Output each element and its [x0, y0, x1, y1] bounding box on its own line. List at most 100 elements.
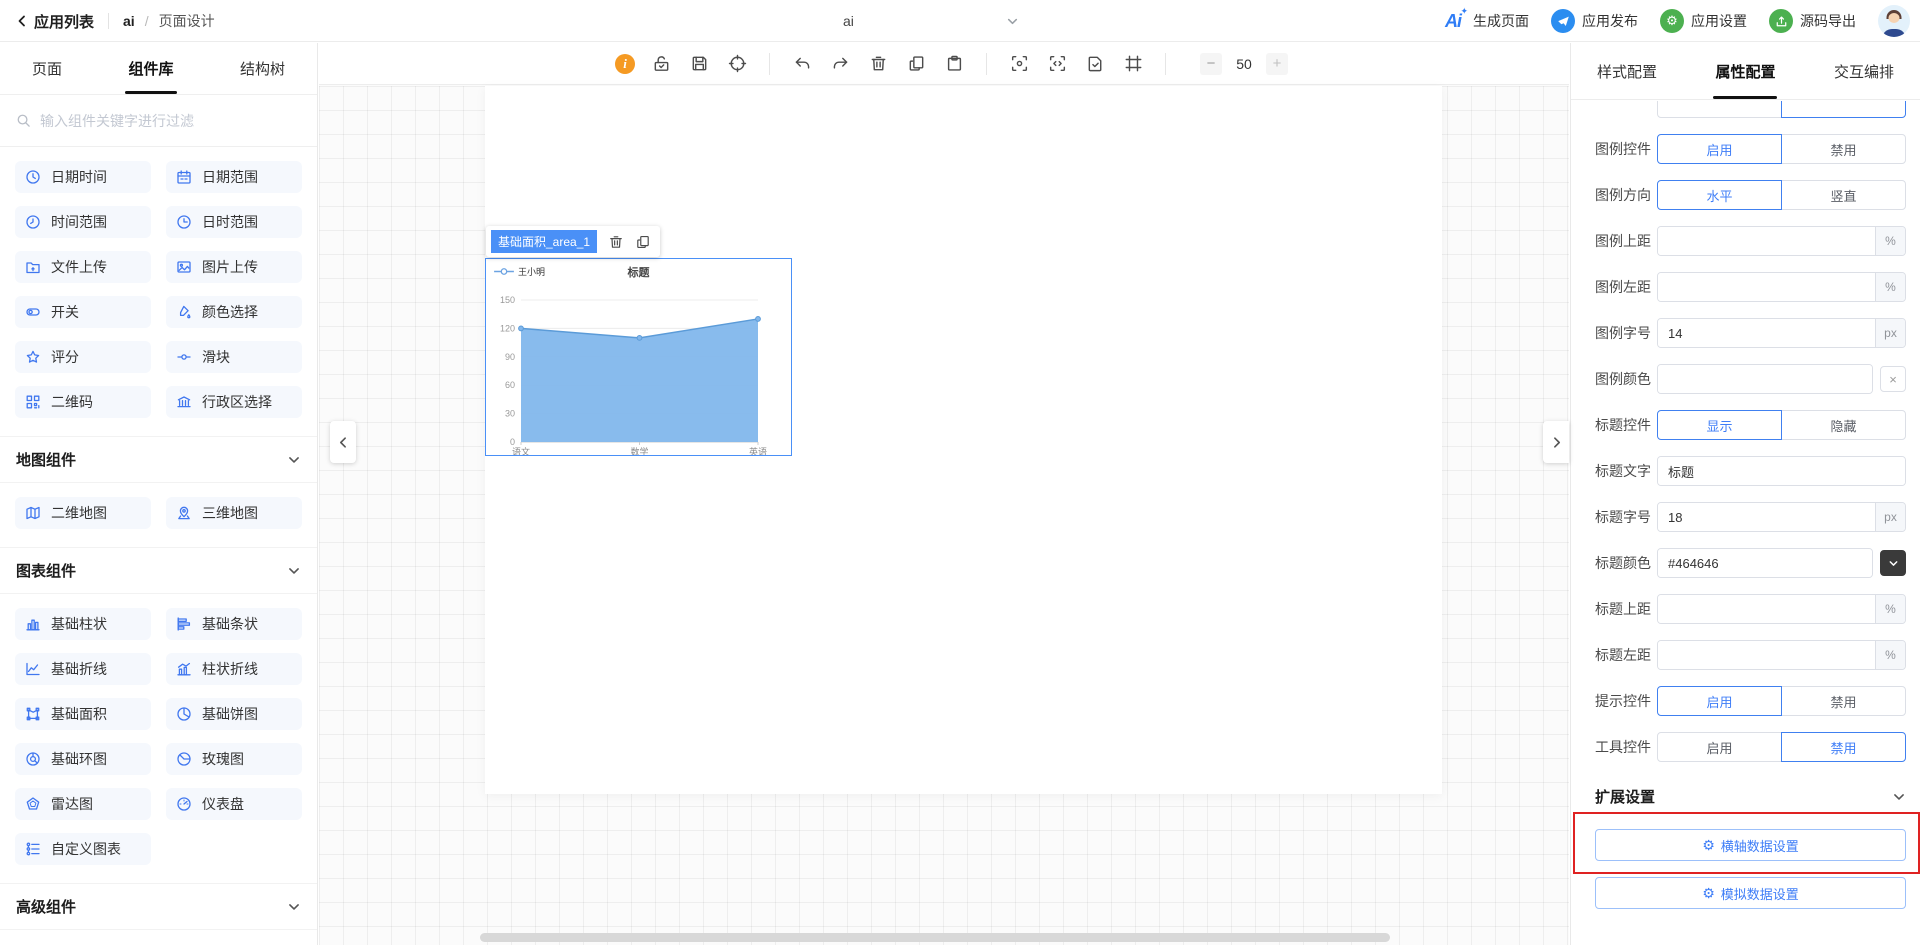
undo-button[interactable] — [790, 52, 814, 76]
target-button[interactable] — [725, 52, 749, 76]
copy-component-button[interactable] — [635, 234, 651, 250]
component-item-donut-chart[interactable]: 基础环图 — [15, 743, 151, 775]
collapse-right-panel-button[interactable] — [1543, 421, 1569, 463]
page-selector[interactable]: ai — [843, 0, 1019, 42]
component-item-radar-chart[interactable]: 雷达图 — [15, 788, 151, 820]
sidebar-tab-components[interactable]: 组件库 — [128, 43, 173, 94]
doc-check-button[interactable] — [1083, 52, 1107, 76]
svg-text:60: 60 — [505, 380, 515, 390]
collapse-left-sidebar-button[interactable] — [330, 421, 356, 463]
component-item-time-range[interactable]: 时间范围 — [15, 206, 151, 238]
toolbar-divider — [986, 52, 987, 75]
title-text-input[interactable] — [1658, 457, 1905, 485]
component-item-star[interactable]: 评分 — [15, 341, 151, 373]
component-item-region-select[interactable]: 行政区选择 — [166, 386, 302, 418]
component-item-slider[interactable]: 滑块 — [166, 341, 302, 373]
legend-direction-option-1[interactable]: 竖直 — [1781, 180, 1906, 210]
zoom-out-button[interactable]: − — [1200, 52, 1222, 75]
selected-area-chart-component[interactable]: 王小明 标题 0 30 60 90 120 150 语文 数学 英语 — [485, 258, 792, 456]
canvas-area: i − 50 + 基础面积_area_1 王小明 标题 0 30 60 90 120 15… — [319, 43, 1569, 945]
frame-button[interactable] — [1121, 52, 1145, 76]
scan-code-button[interactable] — [1045, 52, 1069, 76]
component-item-line-chart[interactable]: 基础折线 — [15, 653, 151, 685]
xaxis-data-settings-button[interactable]: ⚙ 横轴数据设置 — [1595, 829, 1906, 861]
trash-button[interactable] — [866, 52, 890, 76]
component-item-switch[interactable]: 开关 — [15, 296, 151, 328]
toolbox-enable-option-1[interactable]: 禁用 — [1781, 732, 1906, 762]
component-item-clock[interactable]: 日期时间 — [15, 161, 151, 193]
section-header-0[interactable]: 地图组件 — [0, 436, 317, 483]
component-item-custom-chart[interactable]: 自定义图表 — [15, 833, 151, 865]
legend-enable-option-1[interactable]: 禁用 — [1781, 134, 1906, 164]
tooltip-enable-option-0[interactable]: 启用 — [1657, 686, 1782, 716]
component-item-pie-chart[interactable]: 基础饼图 — [166, 698, 302, 730]
mock-data-settings-button[interactable]: ⚙ 模拟数据设置 — [1595, 877, 1906, 909]
component-item-rose-chart[interactable]: 玫瑰图 — [166, 743, 302, 775]
save-button[interactable] — [687, 52, 711, 76]
section-header-2[interactable]: 高级组件 — [0, 883, 317, 930]
legend-enable-option-0[interactable]: 启用 — [1657, 134, 1782, 164]
legend-direction-option-0[interactable]: 水平 — [1657, 180, 1782, 210]
unlock-button[interactable] — [649, 52, 673, 76]
publish-app-button[interactable]: 应用发布 — [1551, 9, 1638, 33]
component-item-color-select[interactable]: 颜色选择 — [166, 296, 302, 328]
section-header-1[interactable]: 图表组件 — [0, 547, 317, 594]
legend-top-input[interactable] — [1658, 227, 1875, 255]
app-settings-button[interactable]: ⚙ 应用设置 — [1660, 9, 1747, 33]
title-left-unit: % — [1875, 641, 1905, 669]
legend-left-input[interactable] — [1658, 273, 1875, 301]
horizontal-scrollbar[interactable] — [480, 933, 1390, 942]
copy-button[interactable] — [904, 52, 928, 76]
component-name-field[interactable]: 基础面积_area_1 — [491, 230, 598, 253]
component-item-hbar-chart[interactable]: 基础条状 — [166, 608, 302, 640]
export-source-button[interactable]: 源码导出 — [1769, 9, 1856, 33]
component-item-map-3d[interactable]: 三维地图 — [166, 497, 302, 529]
title-font-size-input[interactable] — [1658, 503, 1875, 531]
title-color-dropdown-button[interactable] — [1880, 550, 1906, 576]
scan-preview-button[interactable] — [1007, 52, 1031, 76]
section-expand-settings[interactable]: 扩展设置 — [1595, 786, 1906, 807]
legend-color-input[interactable] — [1658, 365, 1872, 393]
component-item-area-chart[interactable]: 基础面积 — [15, 698, 151, 730]
toolbox-enable-option-0[interactable]: 启用 — [1657, 732, 1782, 762]
component-item-qrcode[interactable]: 二维码 — [15, 386, 151, 418]
component-item-image-upload[interactable]: 图片上传 — [166, 251, 302, 283]
panel-tab-interaction-config[interactable]: 交互编排 — [1834, 43, 1894, 99]
tooltip-enable-option-1[interactable]: 禁用 — [1781, 686, 1906, 716]
gear-icon: ⚙ — [1660, 9, 1684, 33]
generate-page-button[interactable]: Ai ✦ 生成页面 — [1445, 6, 1529, 32]
paste-button[interactable] — [942, 52, 966, 76]
zoom-in-button[interactable]: + — [1266, 52, 1288, 75]
clipped-toggle-option[interactable] — [1781, 101, 1906, 118]
back-to-app-list[interactable]: 应用列表 — [16, 11, 94, 32]
title-left-input[interactable] — [1658, 641, 1875, 669]
breadcrumb-app-name[interactable]: ai — [123, 13, 135, 29]
component-item-map-2d[interactable]: 二维地图 — [15, 497, 151, 529]
legend-color-clear-button[interactable]: × — [1880, 366, 1906, 392]
donut-chart-icon — [25, 751, 41, 767]
title-enable-option-1[interactable]: 隐藏 — [1781, 410, 1906, 440]
component-item-bar-chart[interactable]: 基础柱状 — [15, 608, 151, 640]
title-enable-option-0[interactable]: 显示 — [1657, 410, 1782, 440]
title-top-input[interactable] — [1658, 595, 1875, 623]
panel-tab-property-config[interactable]: 属性配置 — [1715, 43, 1775, 99]
legend-left-field: % — [1657, 272, 1906, 302]
component-item-day-time[interactable]: 日时范围 — [166, 206, 302, 238]
component-item-folder-upload[interactable]: 文件上传 — [15, 251, 151, 283]
sidebar-tab-pages[interactable]: 页面 — [32, 43, 62, 94]
panel-tab-style-config[interactable]: 样式配置 — [1597, 43, 1657, 99]
component-item-gauge[interactable]: 仪表盘 — [166, 788, 302, 820]
title-color-input[interactable] — [1658, 549, 1872, 577]
avatar[interactable] — [1878, 5, 1910, 37]
legend-font-size-input[interactable] — [1658, 319, 1875, 347]
component-item-barline-chart[interactable]: 柱状折线 — [166, 653, 302, 685]
panel-row-title-color: 标题颜色 — [1595, 548, 1906, 578]
clipped-toggle-option[interactable] — [1657, 101, 1782, 118]
tooltip-enable-toggle: 启用 禁用 — [1657, 686, 1906, 716]
sidebar-tab-structure-tree[interactable]: 结构树 — [240, 43, 285, 94]
component-item-calendar-range[interactable]: 日期范围 — [166, 161, 302, 193]
info-icon[interactable]: i — [615, 53, 635, 74]
redo-button[interactable] — [828, 52, 852, 76]
delete-component-button[interactable] — [608, 234, 624, 250]
search-input[interactable] — [40, 112, 301, 129]
